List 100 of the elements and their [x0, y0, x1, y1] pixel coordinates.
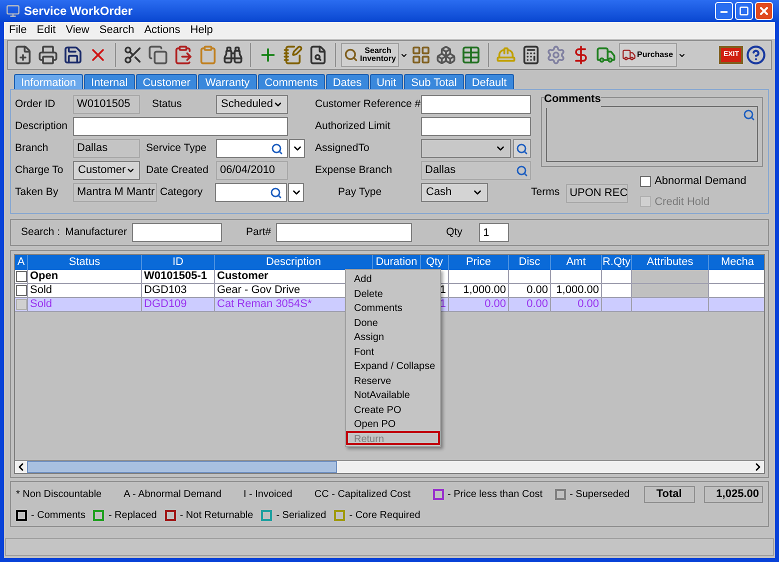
terms-field[interactable]: UPON REC	[566, 184, 628, 202]
checkbox[interactable]	[16, 299, 26, 310]
legend-note: I - Invoiced	[243, 488, 292, 502]
menu-item[interactable]: Search	[99, 22, 134, 39]
column-header[interactable]: A	[15, 255, 28, 270]
help-button[interactable]	[744, 43, 768, 67]
expense-branch-field[interactable]: Dallas	[421, 161, 531, 180]
legend-label: - Serialized	[276, 508, 326, 522]
column-header[interactable]: Duration	[373, 255, 421, 270]
search-icon	[516, 164, 528, 176]
field-label: Order ID	[15, 96, 56, 112]
table-cell: 0.00	[509, 298, 551, 312]
menu-item[interactable]: Reserve	[346, 372, 440, 387]
dropdown-button[interactable]	[288, 183, 304, 202]
pay-type-dropdown[interactable]: Cash	[421, 183, 488, 202]
tab[interactable]: Warranty	[198, 74, 257, 89]
column-header[interactable]: Price	[449, 255, 509, 270]
column-header[interactable]: Attributes	[632, 255, 709, 270]
tab[interactable]: Comments	[258, 74, 325, 89]
tab[interactable]: Default	[464, 74, 514, 89]
manufacturer-field[interactable]	[132, 223, 222, 242]
search-icon	[344, 48, 358, 62]
field-label: Service Type	[146, 140, 208, 156]
field-label: Search :	[21, 224, 60, 240]
search-icon	[516, 142, 528, 154]
menu-item[interactable]: Expand / Collapse	[346, 358, 440, 372]
legend-label: - Not Returnable	[180, 508, 254, 522]
minimize-button[interactable]	[715, 2, 733, 20]
column-header[interactable]: ID	[142, 255, 215, 270]
horizontal-scrollbar[interactable]	[15, 460, 764, 473]
boxes-icon	[436, 45, 456, 65]
table-cell: Sold	[28, 298, 142, 312]
window-title: Service WorkOrder	[24, 3, 132, 20]
field-label: Manufacturer	[65, 224, 127, 240]
maximize-button[interactable]	[735, 2, 753, 20]
grid-icon	[411, 45, 431, 65]
dropdown-button[interactable]	[289, 139, 305, 158]
menu-item[interactable]: View	[66, 22, 90, 39]
menu-item[interactable]: Done	[346, 314, 440, 329]
new-document-icon	[13, 45, 33, 65]
category-field[interactable]	[215, 183, 287, 202]
boxes-button[interactable]	[434, 43, 458, 67]
field-label: Date Created	[146, 162, 210, 178]
search-inventory-button[interactable]: Search Inventory	[341, 43, 399, 67]
checkbox[interactable]	[16, 271, 26, 282]
notepad-button[interactable]	[281, 43, 305, 67]
binoculars-icon	[223, 45, 243, 65]
menu-item[interactable]: Open PO	[346, 416, 440, 430]
column-header[interactable]: Disc	[509, 255, 551, 270]
column-header[interactable]: Status	[28, 255, 142, 270]
comments-label: Comments	[544, 91, 601, 108]
field-label: Branch	[15, 140, 50, 156]
description-field[interactable]	[73, 117, 288, 136]
menu-item[interactable]: Actions	[144, 22, 180, 39]
column-header[interactable]: Amt	[551, 255, 602, 270]
column-header[interactable]: Qty	[421, 255, 449, 270]
authorized-limit-field[interactable]	[421, 117, 531, 136]
search-button[interactable]	[513, 139, 531, 158]
menu-item[interactable]: NotAvailable	[346, 387, 440, 402]
column-header[interactable]: Description	[215, 255, 373, 270]
checkbox[interactable]	[640, 176, 651, 187]
tab[interactable]: Dates	[326, 74, 369, 89]
tab[interactable]: Customer	[136, 74, 198, 89]
part-number-field[interactable]	[276, 223, 412, 242]
truck-icon	[622, 48, 636, 62]
checkbox[interactable]	[16, 285, 26, 296]
legend-label: - Core Required	[349, 508, 420, 522]
notepad-icon	[283, 45, 303, 65]
menu-item[interactable]: Assign	[346, 329, 440, 344]
service-type-field[interactable]	[216, 139, 288, 158]
date-created-field: 06/04/2010	[216, 161, 288, 180]
tab[interactable]: Unit	[370, 74, 404, 89]
close-button[interactable]	[755, 2, 773, 20]
branch-field: Dallas	[73, 139, 140, 158]
comments-field[interactable]	[546, 106, 758, 162]
search-icon	[271, 142, 283, 154]
qty-field[interactable]: 1	[479, 223, 510, 242]
tab[interactable]: Sub Total	[404, 74, 464, 89]
checkbox-label: Abnormal Demand	[654, 174, 746, 189]
total-label: Total	[644, 486, 695, 502]
menu-item[interactable]: Create PO	[346, 402, 440, 416]
field-label: Part#	[246, 224, 272, 240]
charge-to-dropdown[interactable]: Customer	[73, 161, 140, 180]
menu-item[interactable]: Font	[346, 344, 440, 358]
copy-button[interactable]	[146, 43, 170, 67]
menu-item[interactable]: Help	[190, 22, 213, 39]
printer-button[interactable]	[36, 43, 60, 67]
column-header[interactable]: R.Qty	[602, 255, 632, 270]
customer-reference-field[interactable]	[421, 95, 531, 114]
maximize-icon	[739, 6, 749, 16]
field-label: AssignedTo	[315, 140, 370, 156]
purchase-button[interactable]: Purchase	[619, 43, 677, 67]
tab[interactable]: Internal	[84, 74, 135, 89]
column-header[interactable]: Mecha	[709, 255, 764, 270]
status-dropdown[interactable]: Scheduled	[216, 95, 288, 114]
table-icon	[461, 45, 481, 65]
menu-item[interactable]: Edit	[36, 22, 56, 39]
table-cell: DGD109	[142, 298, 215, 312]
truck-icon	[596, 45, 616, 65]
menu-item[interactable]: File	[9, 22, 27, 39]
